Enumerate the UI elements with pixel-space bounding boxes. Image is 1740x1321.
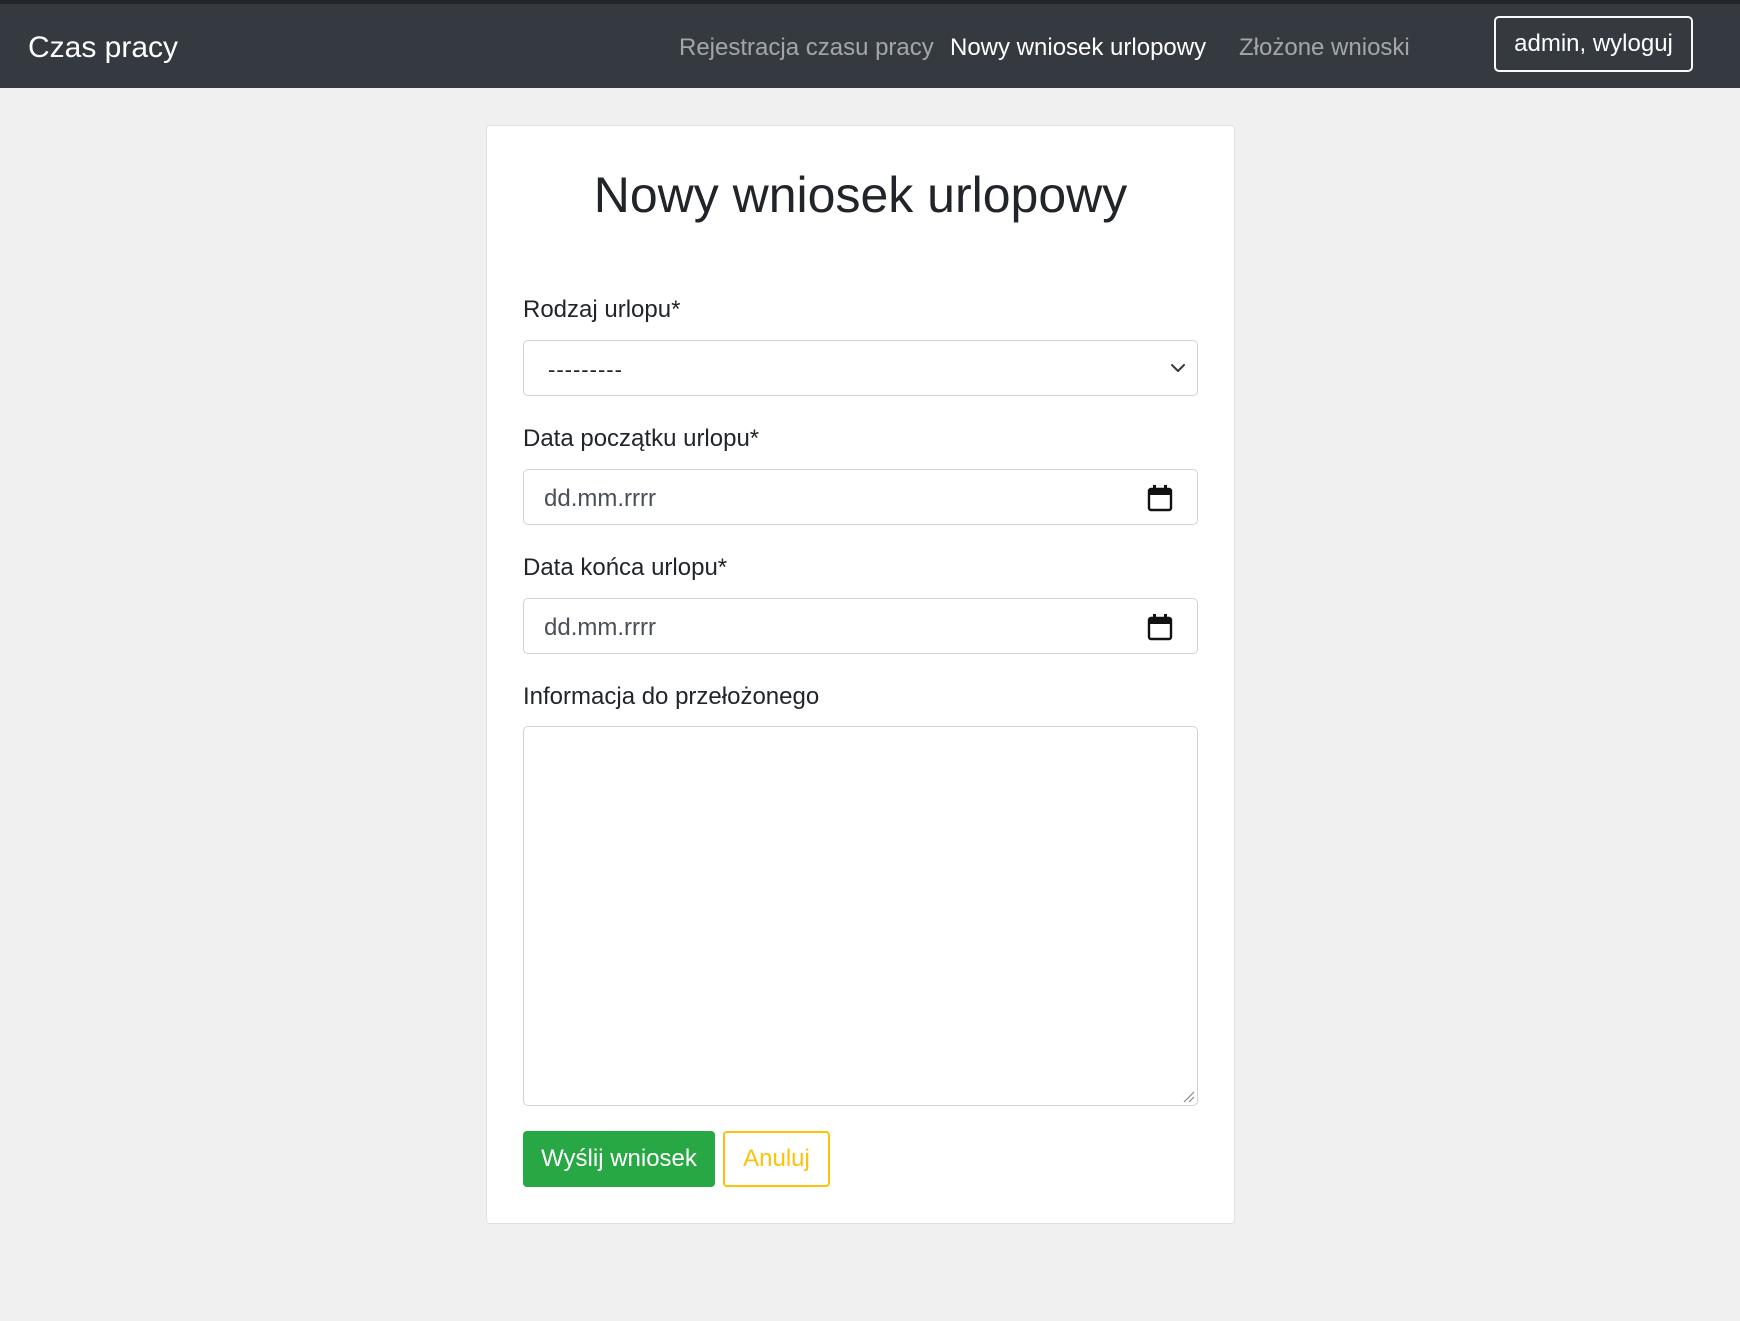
- note-label: Informacja do przełożonego: [523, 683, 820, 710]
- leave-type-select[interactable]: ---------: [523, 340, 1198, 396]
- note-textarea[interactable]: [523, 726, 1198, 1106]
- chevron-down-icon: [1171, 364, 1185, 372]
- calendar-icon[interactable]: [1147, 484, 1173, 512]
- navbar: Czas pracy Rejestracja czasu pracy Nowy …: [0, 4, 1740, 88]
- brand-link[interactable]: Czas pracy: [28, 4, 178, 88]
- submit-button[interactable]: Wyślij wniosek: [523, 1131, 715, 1187]
- start-date-label: Data początku urlopu*: [523, 425, 760, 452]
- start-date-input[interactable]: dd.mm.rrrr: [523, 469, 1198, 525]
- end-date-label: Data końca urlopu*: [523, 554, 728, 581]
- leave-type-selected-value: ---------: [548, 357, 623, 382]
- nav-link-new-leave-request[interactable]: Nowy wniosek urlopowy: [950, 4, 1206, 88]
- nav-link-time-registration[interactable]: Rejestracja czasu pracy: [679, 4, 934, 88]
- calendar-icon[interactable]: [1147, 613, 1173, 641]
- start-date-placeholder: dd.mm.rrrr: [544, 485, 656, 512]
- resize-handle-icon[interactable]: [1181, 1089, 1195, 1103]
- leave-type-label: Rodzaj urlopu*: [523, 296, 681, 323]
- end-date-input[interactable]: dd.mm.rrrr: [523, 598, 1198, 654]
- end-date-placeholder: dd.mm.rrrr: [544, 614, 656, 641]
- cancel-button[interactable]: Anuluj: [723, 1131, 830, 1187]
- logout-button[interactable]: admin, wyloguj: [1494, 16, 1693, 72]
- leave-request-card: Nowy wniosek urlopowy Rodzaj urlopu* ---…: [486, 125, 1235, 1224]
- nav-link-submitted-requests[interactable]: Złożone wnioski: [1239, 4, 1410, 88]
- page-title: Nowy wniosek urlopowy: [593, 167, 1128, 223]
